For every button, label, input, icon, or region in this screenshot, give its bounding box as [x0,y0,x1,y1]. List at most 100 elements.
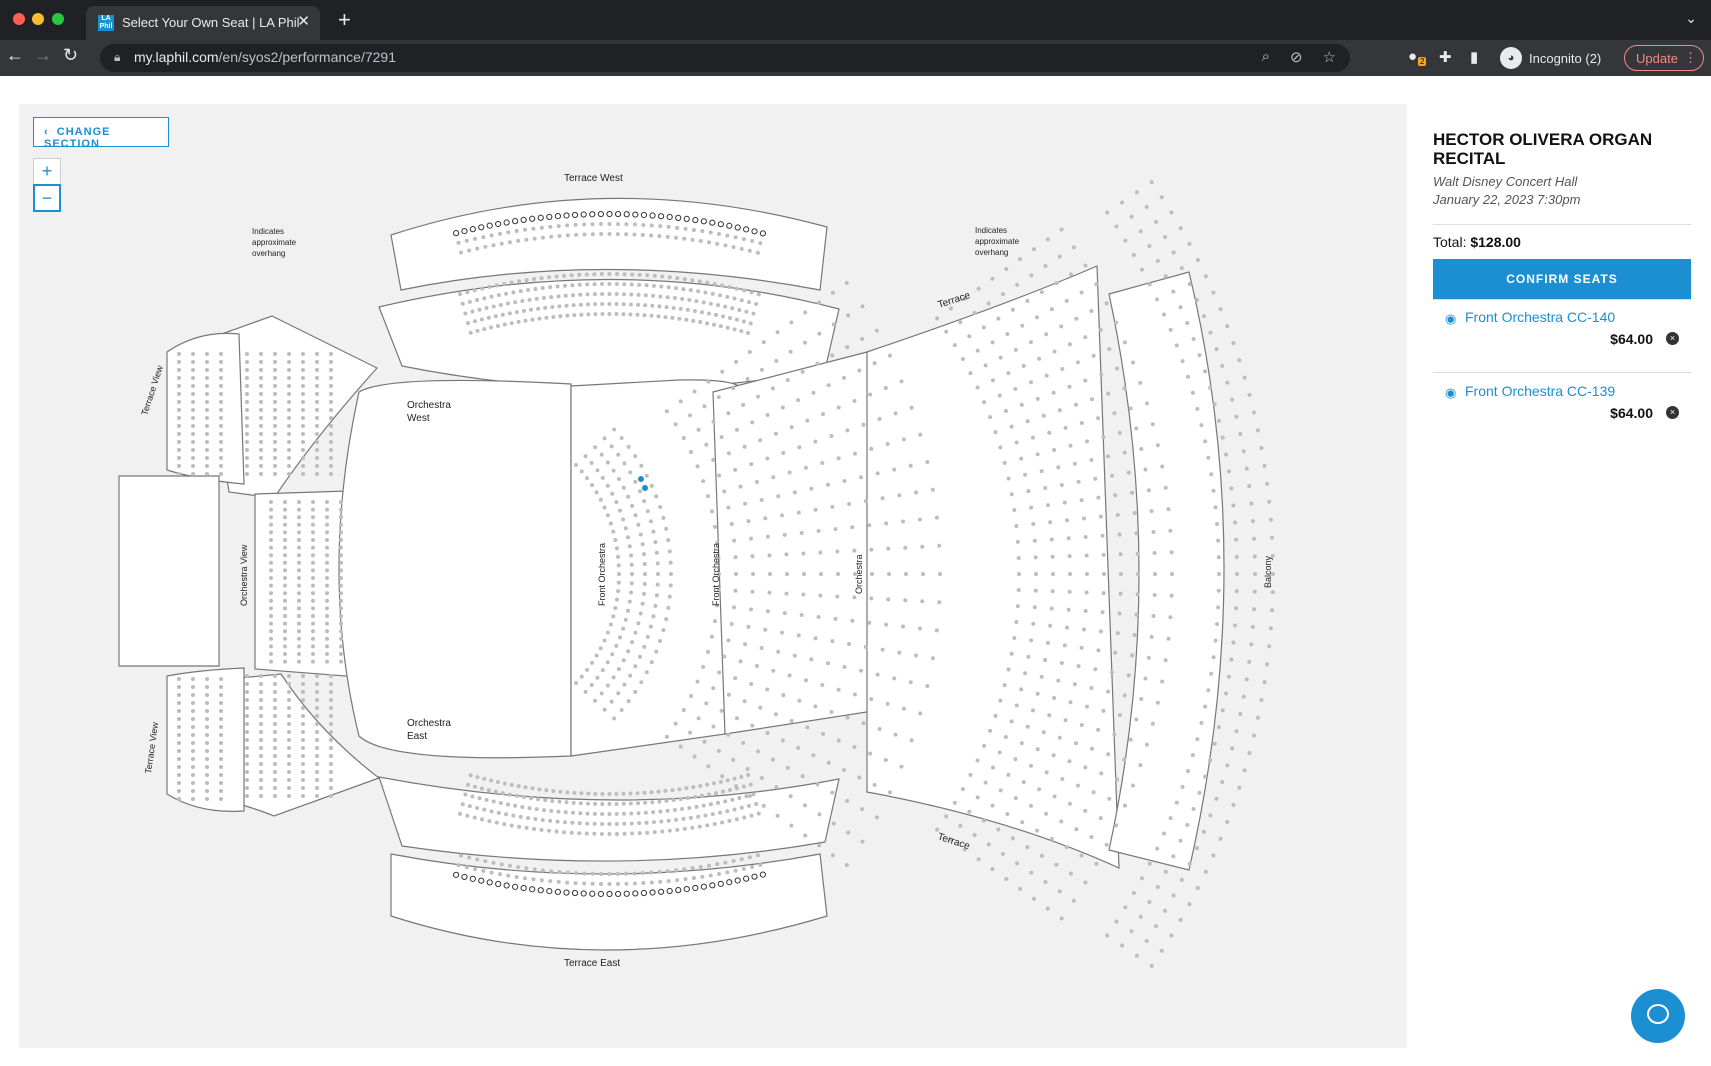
seat-dot[interactable] [664,409,669,414]
seat-dot[interactable] [1015,282,1020,287]
seat-dot[interactable] [283,636,287,641]
seat-dot[interactable] [698,864,703,869]
seat-dot[interactable] [329,794,333,798]
seat-dot[interactable] [608,521,613,526]
seat-dot[interactable] [475,805,480,810]
seat-dot[interactable] [609,699,614,704]
seat-dot[interactable] [673,721,678,726]
seat-dot[interactable] [1025,419,1030,424]
seat-dot[interactable] [884,521,889,526]
seat-dot[interactable] [725,870,730,875]
seat-dot[interactable] [811,753,816,758]
seat-dot[interactable] [960,356,965,361]
seat-dot[interactable] [698,783,703,788]
seat-dot[interactable] [636,811,641,816]
seat-dot[interactable] [867,620,872,625]
seat-dot[interactable] [621,517,626,522]
seat-dot[interactable] [273,416,277,420]
seat-dot[interactable] [666,605,671,610]
seat-dot[interactable] [517,824,522,829]
seat-dot[interactable] [524,825,529,830]
seat-dot[interactable] [972,833,977,838]
seat-dot[interactable] [520,804,525,809]
seat-dot[interactable] [668,583,673,588]
seat-dot[interactable] [329,400,333,404]
seat-dot[interactable] [245,352,249,356]
seat-dot[interactable] [549,808,554,813]
seat-dot[interactable] [1006,476,1011,481]
seat-dot[interactable] [287,786,291,790]
seat-dot[interactable] [599,831,604,836]
seat-dot[interactable] [649,313,654,318]
seat-dot[interactable] [245,360,249,364]
seat-dot[interactable] [1043,879,1048,884]
seat-dot[interactable] [177,685,181,689]
seat-dot[interactable] [615,871,620,876]
seat-dot[interactable] [1083,263,1088,268]
seat-dot[interactable] [1163,869,1168,874]
seat-dot[interactable] [645,509,650,514]
seat-dot[interactable] [498,801,503,806]
seat-dot[interactable] [259,770,263,774]
seat-dot[interactable] [1138,380,1143,385]
seat-dot[interactable] [1114,919,1119,924]
seat-dot[interactable] [720,283,725,288]
seat-dot[interactable] [642,562,647,567]
seat-dot[interactable] [630,640,635,645]
seat-dot[interactable] [549,295,554,300]
seat-dot[interactable] [682,867,687,872]
seat-dot[interactable] [287,706,291,710]
seat-dot[interactable] [177,797,181,801]
seat-dot[interactable] [642,499,647,504]
seat-dot[interactable] [666,538,671,543]
seat-dot[interactable] [685,796,690,801]
seat-dot[interactable] [287,738,291,742]
seat-dot[interactable] [852,548,857,553]
terrace-north-right-section[interactable] [866,265,1120,869]
seat-dot[interactable] [637,821,642,826]
seat-dot[interactable] [656,789,661,794]
seat-dot[interactable] [770,386,775,391]
seat-dot[interactable] [671,305,676,310]
seat-dot[interactable] [1026,654,1031,659]
seat-dot[interactable] [301,690,305,694]
seat-dot[interactable] [1066,536,1071,541]
seat-dot[interactable] [968,772,973,777]
seat-dot[interactable] [269,614,273,618]
seat-dot[interactable] [998,788,1003,793]
seat-dot[interactable] [297,500,301,504]
seat-dot[interactable] [495,220,502,228]
seat-dot[interactable] [776,649,781,654]
seat-dot[interactable] [1211,290,1216,295]
seat-dot[interactable] [732,807,737,812]
seat-dot[interactable] [723,799,728,804]
seat-dot[interactable] [852,451,857,456]
seat-dot[interactable] [589,461,594,466]
seat-dot[interactable] [452,871,460,878]
seat-dot[interactable] [297,530,301,535]
seat-dot[interactable] [899,764,904,769]
seat-dot[interactable] [325,659,329,664]
seat-dot[interactable] [799,613,804,618]
seat-dot[interactable] [699,310,704,315]
seat-dot[interactable] [607,272,612,277]
seat-dot[interactable] [733,555,738,560]
seat-dot[interactable] [935,316,940,321]
seat-dot[interactable] [751,572,755,576]
seat-dot[interactable] [682,277,687,282]
seat-dot[interactable] [1009,424,1014,429]
seat-dot[interactable] [577,831,582,836]
seat-dot[interactable] [700,874,705,879]
seat-dot[interactable] [708,873,713,878]
seat-dot[interactable] [556,809,561,814]
seat-dot[interactable] [297,507,301,512]
seat-dot[interactable] [759,871,766,878]
seat-dot[interactable] [1114,823,1119,828]
seat-dot[interactable] [460,301,465,306]
seat-dot[interactable] [1162,831,1167,836]
seat-dot[interactable] [805,418,810,423]
seat-dot[interactable] [637,831,642,836]
seat-dot[interactable] [820,461,825,466]
seat-dot[interactable] [1089,458,1094,463]
seat-dot[interactable] [607,232,612,237]
